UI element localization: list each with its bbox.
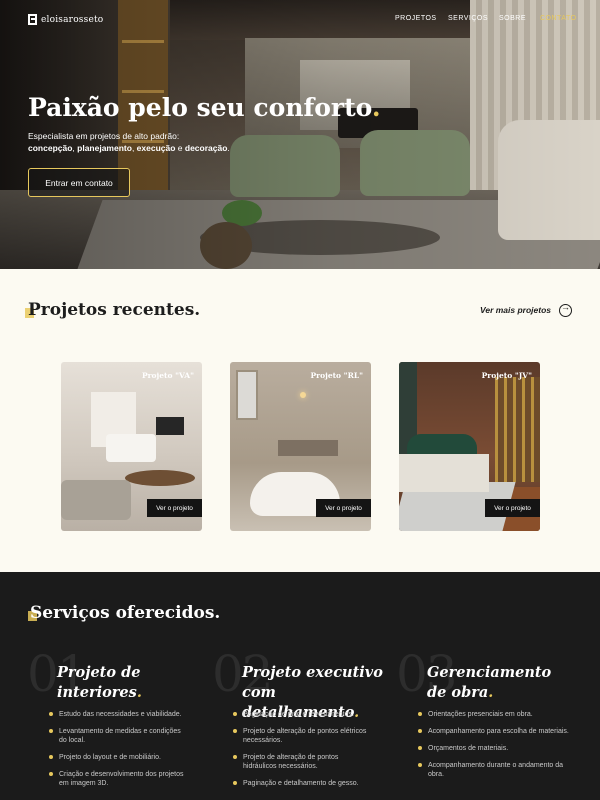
list-item: Acompanhamento para escolha de materiais…	[418, 727, 573, 736]
project-name: Projeto "JV"	[481, 371, 532, 380]
photo-niche	[278, 440, 338, 456]
top-nav: eloisarosseto PROJETOS SERVIÇOS SOBRE CO…	[0, 0, 600, 40]
nav-servicos[interactable]: SERVIÇOS	[448, 15, 488, 22]
list-item: Criação e desenvolvimento dos projetos e…	[49, 770, 184, 788]
service-title: Gerenciamento de obra.	[427, 663, 567, 703]
photo-light	[300, 392, 306, 398]
hero-title-dot: .	[371, 93, 381, 122]
services-title: Serviços oferecidos.	[30, 603, 221, 623]
project-name: Projeto "RL"	[310, 371, 363, 380]
service-title-line: Projeto de	[57, 664, 141, 681]
service-title-line: interiores	[57, 684, 137, 701]
service-bullets: Paginação de piso e revestimentos. Proje…	[233, 710, 368, 796]
contact-button[interactable]: Entrar em contato	[28, 168, 130, 197]
photo-sofa	[61, 480, 131, 520]
view-project-button[interactable]: Ver o projeto	[316, 499, 371, 517]
list-item: Orientações presenciais em obra.	[418, 710, 573, 719]
photo-tv	[156, 417, 184, 435]
logo-text: eloisarosseto	[41, 14, 104, 25]
project-card[interactable]: Projeto "JV" Ver o projeto	[399, 362, 540, 531]
service-title-line: de obra	[427, 684, 489, 701]
project-name: Projeto "VA"	[141, 371, 194, 380]
keyword: decoração	[184, 143, 228, 153]
logo-icon	[28, 14, 37, 25]
service-bullets: Estudo das necessidades e viabilidade. L…	[49, 710, 184, 796]
project-card[interactable]: Projeto "VA" Ver o projeto	[61, 362, 202, 531]
list-item: Levantamento de medidas e condições do l…	[49, 727, 184, 745]
arrow-right-circle-icon[interactable]	[559, 302, 572, 317]
photo-bed	[399, 454, 489, 492]
nav-sobre[interactable]: SOBRE	[499, 15, 526, 22]
nav-projetos[interactable]: PROJETOS	[395, 15, 437, 22]
list-item: Paginação de piso e revestimentos.	[233, 710, 368, 719]
service-title: Projeto de interiores.	[57, 663, 197, 703]
project-card[interactable]: Projeto "RL" Ver o projeto	[230, 362, 371, 531]
nav-contato[interactable]: CONTATO	[540, 15, 577, 22]
photo-window	[236, 370, 258, 420]
hero-title: Paixão pelo seu conforto.	[28, 93, 381, 122]
photo-table	[125, 470, 195, 486]
service-title-line: Projeto executivo	[242, 664, 383, 681]
hero-keywords: concepção, planejamento, execução e deco…	[28, 143, 230, 153]
list-item: Acompanhamento durante o andamento da ob…	[418, 761, 573, 779]
title-dot: .	[136, 684, 142, 701]
list-item: Projeto de alteração de pontos elétricos…	[233, 727, 368, 745]
hero-title-text: Paixão pelo seu conforto	[28, 93, 372, 122]
projects-title: Projetos recentes.	[28, 300, 201, 320]
keyword: concepção	[28, 143, 73, 153]
more-projects-link[interactable]: Ver mais projetos	[480, 305, 551, 315]
logo[interactable]: eloisarosseto	[28, 14, 103, 25]
service-title-line: Gerenciamento	[427, 664, 552, 681]
hero-subtitle: Especialista em projetos de alto padrão:	[28, 131, 180, 141]
photo-piano	[106, 434, 156, 462]
keyword: planejamento	[77, 143, 132, 153]
keyword: execução	[136, 143, 176, 153]
list-item: Orçamentos de materiais.	[418, 744, 573, 753]
photo-shelf	[495, 377, 540, 482]
view-project-button[interactable]: Ver o projeto	[147, 499, 202, 517]
view-project-button[interactable]: Ver o projeto	[485, 499, 540, 517]
service-bullets: Orientações presenciais em obra. Acompan…	[418, 710, 573, 787]
title-dot: .	[488, 684, 494, 701]
list-item: Projeto do layout e de mobiliário.	[49, 753, 184, 762]
list-item: Estudo das necessidades e viabilidade.	[49, 710, 184, 719]
list-item: Projeto de alteração de pontos hidráulic…	[233, 753, 368, 771]
list-item: Paginação e detalhamento de gesso.	[233, 779, 368, 788]
